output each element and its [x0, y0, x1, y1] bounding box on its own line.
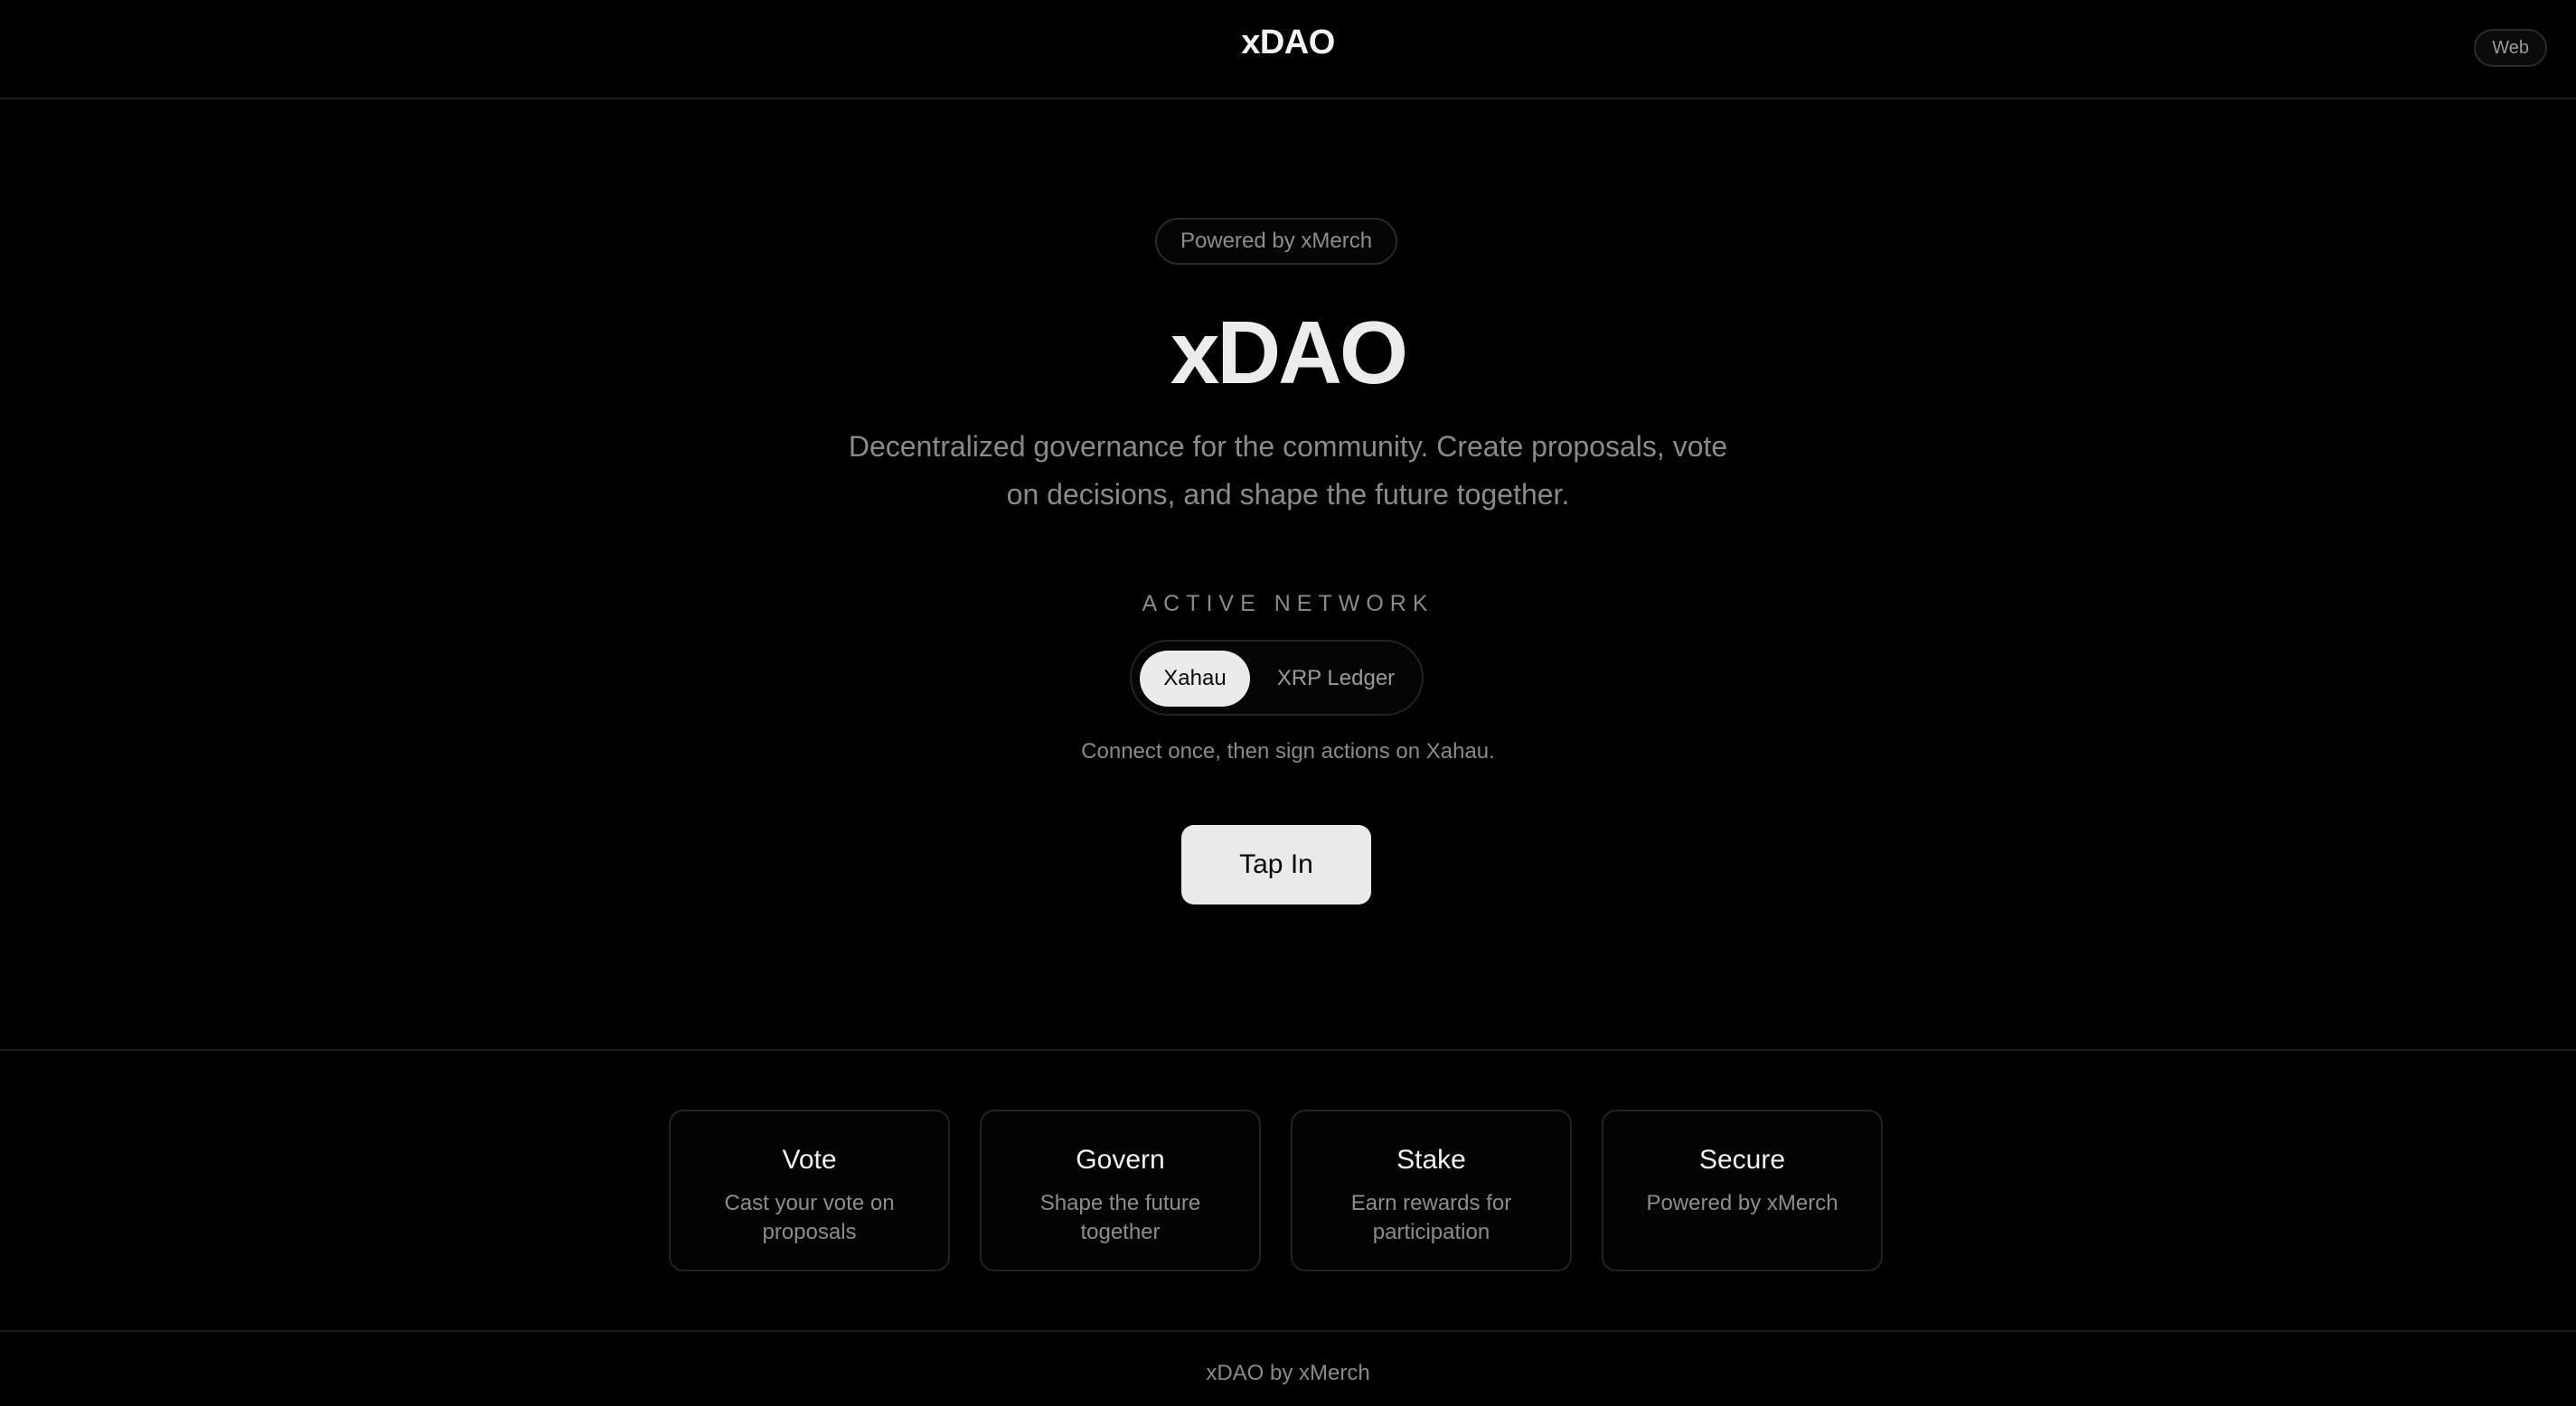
hero-title: xDAO	[1170, 303, 1408, 402]
brand-title: xDAO	[1241, 23, 1335, 61]
footer-text: xDAO by xMerch	[1206, 1361, 1370, 1385]
footer-divider	[0, 1330, 2576, 1332]
feature-description: Earn rewards for participation	[1350, 1191, 1512, 1244]
network-hint: Connect once, then sign actions on Xahau…	[1081, 739, 1495, 764]
network-option-xrp-ledger[interactable]: XRP Ledger	[1258, 651, 1414, 707]
feature-card-vote: Vote Cast your vote on proposals	[669, 1110, 950, 1271]
feature-description: Shape the future together	[1039, 1191, 1201, 1244]
feature-title: Stake	[1396, 1145, 1466, 1175]
feature-title: Vote	[782, 1145, 837, 1175]
active-network-label: ACTIVE NETWORK	[1142, 591, 1434, 616]
top-bar: xDAO Web	[0, 0, 2576, 99]
powered-by-badge: Powered by xMerch	[1155, 218, 1397, 265]
feature-description: Powered by xMerch	[1646, 1191, 1838, 1215]
tap-in-button[interactable]: Tap In	[1181, 825, 1371, 905]
feature-card-govern: Govern Shape the future together	[980, 1110, 1261, 1271]
platform-badge[interactable]: Web	[2474, 29, 2547, 67]
feature-title: Govern	[1076, 1145, 1165, 1175]
feature-description: Cast your vote on proposals	[724, 1191, 895, 1244]
network-switcher: Xahau XRP Ledger	[1130, 640, 1424, 716]
hero-description: Decentralized governance for the communi…	[848, 430, 1728, 511]
page: xDAO Web Powered by xMerch xDAO Decentra…	[0, 0, 2576, 1406]
feature-title: Secure	[1698, 1145, 1786, 1175]
section-divider	[0, 1049, 2576, 1051]
feature-card-stake: Stake Earn rewards for participation	[1291, 1110, 1572, 1271]
feature-card-secure: Secure Powered by xMerch	[1602, 1110, 1883, 1271]
network-option-xahau[interactable]: Xahau	[1140, 651, 1250, 707]
